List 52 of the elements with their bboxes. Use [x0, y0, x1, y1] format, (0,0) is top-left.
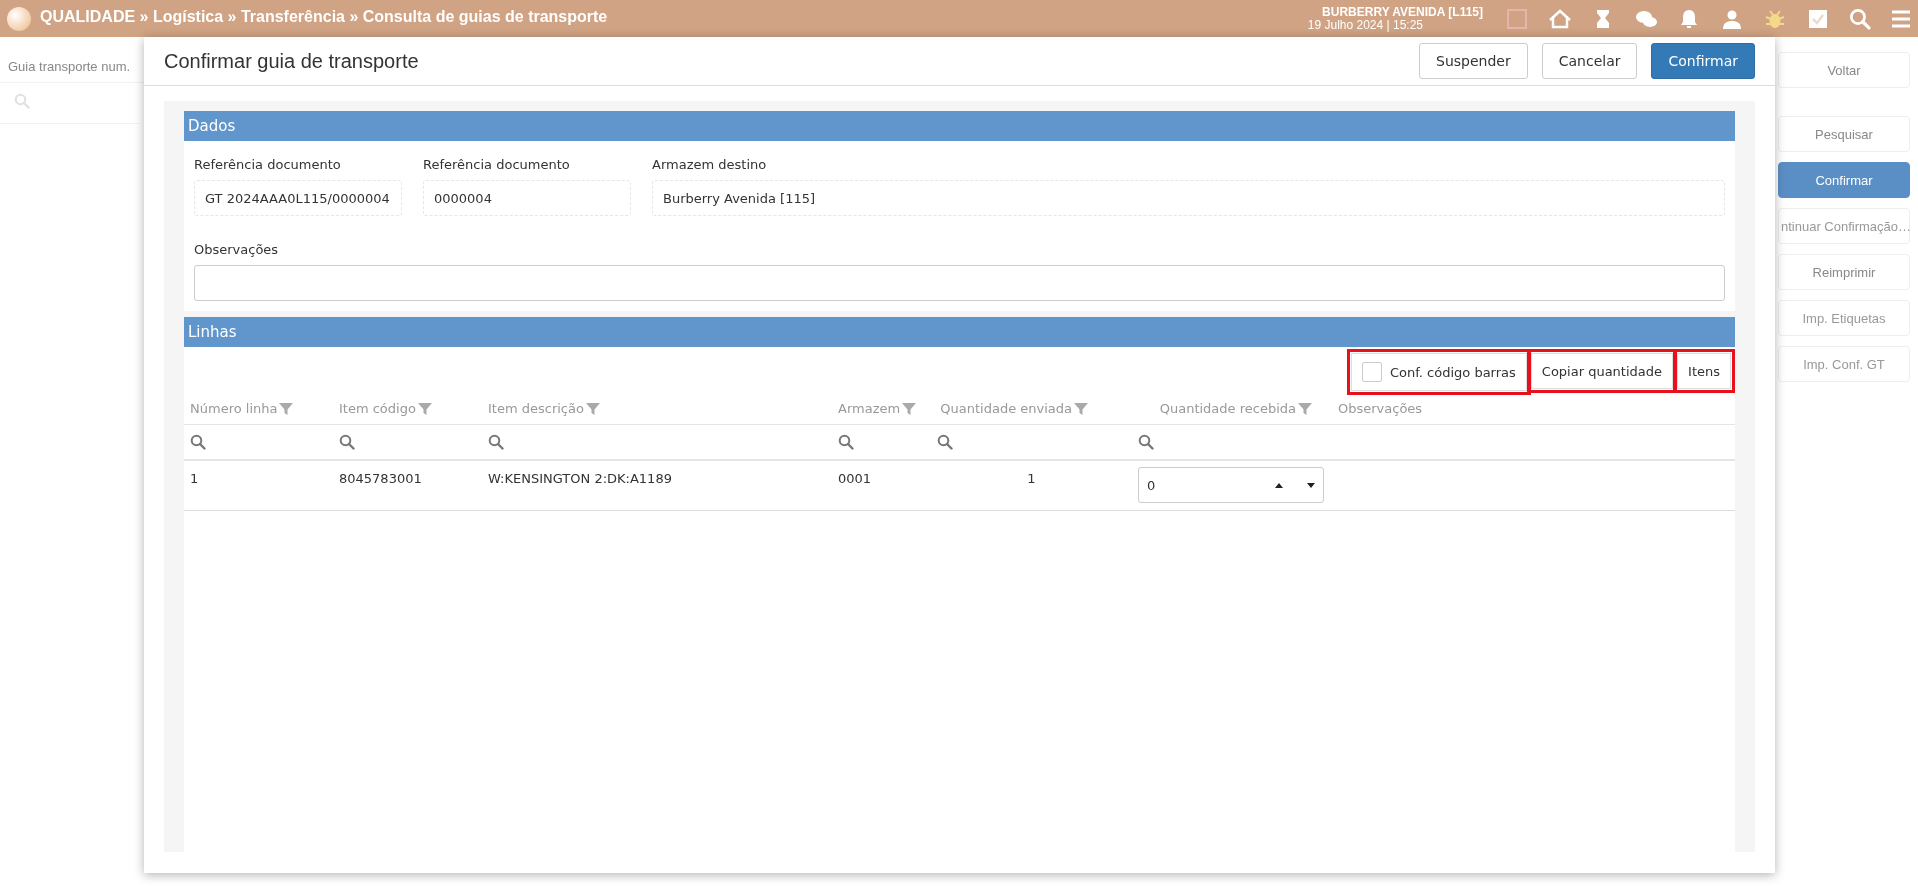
column-header: Item código	[339, 401, 416, 416]
search-icon[interactable]	[190, 434, 206, 450]
checkbox-label: Conf. código barras	[1389, 364, 1516, 380]
checkbox[interactable]	[1361, 362, 1382, 382]
notes-field[interactable]	[194, 265, 1725, 301]
spinner-arrows-icon[interactable]	[1275, 481, 1315, 489]
datetime-label: 19 Julho 2024 | 15:25	[1307, 18, 1423, 32]
column-header: Quantidade enviada	[940, 401, 1072, 416]
table-cell: W:KENSINGTON 2:DK:A1189	[488, 471, 672, 486]
column-header: Quantidade recebida	[1159, 401, 1296, 416]
readonly-field: GT 2024AAA0L115/0000004	[194, 180, 402, 216]
field-label: Observações	[194, 242, 280, 257]
logo-icon	[6, 5, 32, 32]
search-icon[interactable]	[1849, 7, 1871, 30]
dialog-button[interactable]: Confirmar	[1651, 43, 1755, 79]
breadcrumb: QUALIDADE » Logística » Transferência » Consulta de guias de transporte	[40, 7, 608, 26]
table-cell: 8045783001	[339, 471, 422, 486]
field-label: Armazem destino	[652, 157, 768, 172]
search-icon[interactable]	[838, 434, 854, 450]
filter-icon[interactable]	[585, 401, 600, 416]
table-cell: 1	[190, 471, 199, 486]
column-header: Armazem	[838, 401, 901, 416]
search-icon[interactable]	[488, 434, 504, 450]
search-icon[interactable]	[937, 434, 953, 450]
readonly-field: Burberry Avenida [115]	[652, 180, 1725, 216]
number-field[interactable]: 0	[1138, 467, 1324, 503]
filter-icon[interactable]	[279, 401, 294, 416]
table-cell: 1	[1027, 471, 1036, 486]
sidebar-button[interactable]: Pesquisar	[1778, 116, 1910, 152]
dialog-button[interactable]: Cancelar	[1541, 43, 1638, 79]
location-label: BURBERRY AVENIDA [L115]	[1322, 5, 1483, 19]
column-header: Número linha	[190, 401, 278, 416]
search-icon[interactable]	[1138, 434, 1154, 450]
readonly-field: 0000004	[423, 180, 631, 216]
column-header: Observações	[1338, 401, 1423, 416]
section-header: Dados	[184, 111, 1735, 141]
dialog-button[interactable]: Suspender	[1419, 43, 1528, 79]
search-icon[interactable]	[339, 434, 355, 450]
sidebar-button[interactable]: Voltar	[1778, 52, 1910, 88]
filter-icon[interactable]	[417, 401, 432, 416]
field-label: Referência documento	[194, 157, 342, 172]
section-header: Linhas	[184, 317, 1735, 347]
sidebar-button[interactable]: Reimprimir	[1778, 254, 1910, 290]
sidebar-button[interactable]: Confirmar	[1778, 162, 1910, 198]
dialog-title: Confirmar guia de transporte	[164, 49, 420, 73]
filter-icon[interactable]	[1298, 401, 1312, 416]
field-label: Referência documento	[423, 157, 571, 172]
filter-icon[interactable]	[902, 401, 917, 416]
column-header: Item descrição	[488, 401, 584, 416]
table-cell: 0001	[838, 471, 872, 486]
filter-icon[interactable]	[1074, 401, 1088, 416]
square-icon[interactable]	[1505, 6, 1529, 31]
